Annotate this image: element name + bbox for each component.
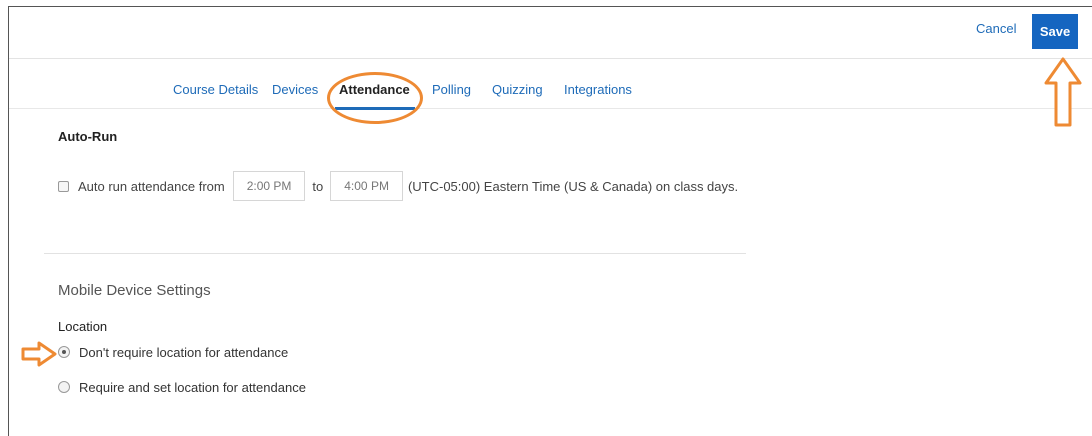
radio-button-no-location[interactable]: [58, 346, 70, 358]
radio-option-require-location[interactable]: Require and set location for attendance: [58, 379, 306, 395]
tab-integrations[interactable]: Integrations: [564, 82, 632, 97]
top-bar: Cancel Save: [9, 7, 1092, 59]
auto-run-checkbox[interactable]: [58, 180, 69, 192]
save-button[interactable]: Save: [1032, 14, 1078, 49]
tab-course-details[interactable]: Course Details: [173, 82, 258, 97]
mobile-settings-heading: Mobile Device Settings: [58, 282, 211, 299]
radio-label-require-location: Require and set location for attendance: [79, 379, 306, 395]
radio-option-no-location[interactable]: Don't require location for attendance: [58, 344, 288, 360]
start-time-input[interactable]: 2:00 PM: [232, 171, 306, 201]
auto-run-label: Auto run attendance from: [78, 178, 225, 194]
timezone-text: (UTC-05:00) Eastern Time (US & Canada) o…: [407, 178, 739, 194]
settings-tabs: Course Details Devices Attendance Pollin…: [9, 59, 1092, 109]
location-label: Location: [58, 319, 108, 334]
tab-devices[interactable]: Devices: [272, 82, 318, 97]
to-label: to: [312, 178, 324, 194]
radio-button-require-location[interactable]: [58, 381, 70, 393]
arrow-right-icon: [21, 341, 57, 367]
radio-label-no-location: Don't require location for attendance: [79, 344, 289, 360]
section-divider: [44, 253, 746, 254]
app-window: Cancel Save Course Details Devices Atten…: [8, 6, 1092, 436]
cancel-button[interactable]: Cancel: [976, 21, 1016, 36]
end-time-input[interactable]: 4:00 PM: [330, 171, 403, 201]
attendance-highlight-ellipse: [327, 72, 423, 124]
tab-polling[interactable]: Polling: [432, 82, 471, 97]
auto-run-row: Auto run attendance from 2:00 PM to 4:00…: [58, 171, 738, 201]
arrow-up-icon: [1044, 57, 1082, 127]
tab-quizzing[interactable]: Quizzing: [492, 82, 543, 97]
auto-run-title: Auto-Run: [58, 129, 118, 144]
